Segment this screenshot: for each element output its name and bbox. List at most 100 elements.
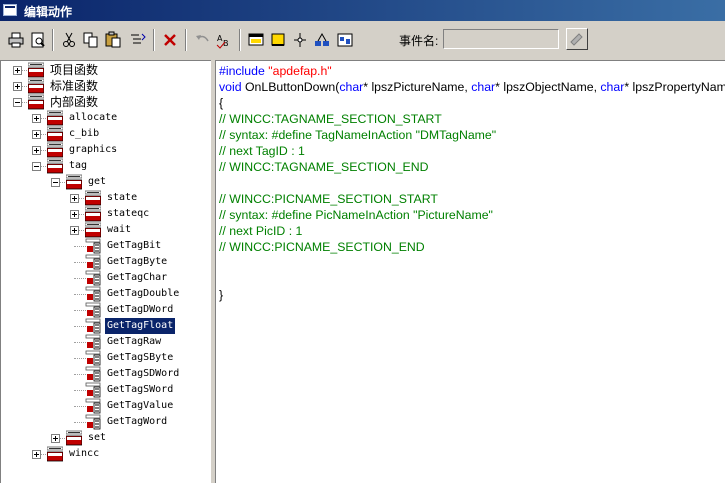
print-preview-icon[interactable] xyxy=(28,30,48,50)
tree-node[interactable]: GetTagDouble xyxy=(1,286,210,302)
undo-icon[interactable] xyxy=(192,30,212,50)
tree-node-label[interactable]: allocate xyxy=(67,110,119,126)
tree-node-label[interactable]: GetTagRaw xyxy=(105,334,163,350)
trigger-icon[interactable] xyxy=(268,30,288,50)
tree-node[interactable]: GetTagBit xyxy=(1,238,210,254)
tree-node[interactable]: set xyxy=(1,430,210,446)
tree-node[interactable]: state xyxy=(1,190,210,206)
tree-node[interactable]: GetTagFloat xyxy=(1,318,210,334)
tree-node-label[interactable]: GetTagBit xyxy=(105,238,163,254)
code-line[interactable]: // WINCC:TAGNAME_SECTION_END xyxy=(219,159,725,175)
event-name-label: 事件名: xyxy=(399,34,439,48)
tree-node-label[interactable]: GetTagFloat xyxy=(105,318,176,334)
tree-node-label[interactable]: GetTagDouble xyxy=(105,286,181,302)
code-line[interactable]: // WINCC:PICNAME_SECTION_START xyxy=(219,191,725,207)
expand-icon[interactable] xyxy=(32,130,41,139)
code-line[interactable]: // next TagID : 1 xyxy=(219,143,725,159)
tree-node-label[interactable]: stateqc xyxy=(105,206,151,222)
tree-node-label[interactable]: 内部函数 xyxy=(48,94,100,110)
tree-node[interactable]: get xyxy=(1,174,210,190)
tree-node[interactable]: GetTagRaw xyxy=(1,334,210,350)
code-line[interactable] xyxy=(219,175,725,191)
expand-icon[interactable] xyxy=(51,434,60,443)
tree-node-label[interactable]: wait xyxy=(105,222,133,238)
tree-node[interactable]: tag xyxy=(1,158,210,174)
tree-node[interactable]: 标准函数 xyxy=(1,78,210,94)
tree-node[interactable]: stateqc xyxy=(1,206,210,222)
delete-icon[interactable] xyxy=(160,30,180,50)
tree-node[interactable]: GetTagByte xyxy=(1,254,210,270)
code-text[interactable]: #include "apdefap.h" void OnLButtonDown(c… xyxy=(219,63,725,303)
code-line[interactable]: // WINCC:TAGNAME_SECTION_START xyxy=(219,111,725,127)
tree-node-label[interactable]: GetTagByte xyxy=(105,254,169,270)
tree-node-label[interactable]: GetTagSByte xyxy=(105,350,175,366)
tree-node-label[interactable]: GetTagWord xyxy=(105,414,169,430)
tree-node[interactable]: 项目函数 xyxy=(1,62,210,78)
tree-node[interactable]: GetTagDWord xyxy=(1,302,210,318)
expand-icon[interactable] xyxy=(13,66,22,75)
compile-icon[interactable] xyxy=(246,30,266,50)
code-line[interactable]: #include "apdefap.h" xyxy=(219,63,725,79)
tree-node[interactable]: wincc xyxy=(1,446,210,462)
tree-node-label[interactable]: GetTagSDWord xyxy=(105,366,181,382)
code-line[interactable]: { xyxy=(219,95,725,111)
tree-node[interactable]: allocate xyxy=(1,110,210,126)
collapse-icon[interactable] xyxy=(32,162,41,171)
code-line[interactable] xyxy=(219,271,725,287)
tree-node[interactable]: 内部函数 xyxy=(1,94,210,110)
event-name-field[interactable] xyxy=(443,29,559,49)
print-icon[interactable] xyxy=(6,30,26,50)
cut-icon[interactable] xyxy=(59,30,79,50)
paste-icon[interactable] xyxy=(103,30,123,50)
tag-icon[interactable] xyxy=(290,30,310,50)
tree-node[interactable]: GetTagSByte xyxy=(1,350,210,366)
tree-node[interactable]: GetTagSWord xyxy=(1,382,210,398)
tree-node-label[interactable]: graphics xyxy=(67,142,119,158)
expand-icon[interactable] xyxy=(32,450,41,459)
tree-node[interactable]: GetTagSDWord xyxy=(1,366,210,382)
copy-icon[interactable] xyxy=(81,30,101,50)
spell-icon[interactable]: AB xyxy=(214,30,234,50)
tree-node-label[interactable]: set xyxy=(86,430,108,446)
tree-node-label[interactable]: GetTagChar xyxy=(105,270,169,286)
tree-node-label[interactable]: wincc xyxy=(67,446,101,462)
expand-icon[interactable] xyxy=(70,194,79,203)
code-line[interactable]: // next PicID : 1 xyxy=(219,223,725,239)
expand-icon[interactable] xyxy=(32,114,41,123)
expand-icon[interactable] xyxy=(32,146,41,155)
object-icon[interactable] xyxy=(312,30,332,50)
expand-icon[interactable] xyxy=(70,210,79,219)
tree-node-label[interactable]: c_bib xyxy=(67,126,101,142)
tree-node[interactable]: GetTagWord xyxy=(1,414,210,430)
tree-node[interactable]: graphics xyxy=(1,142,210,158)
tree-node[interactable]: GetTagChar xyxy=(1,270,210,286)
collapse-icon[interactable] xyxy=(51,178,60,187)
function-icon xyxy=(85,318,101,334)
code-line[interactable]: // syntax: #define TagNameInAction "DMTa… xyxy=(219,127,725,143)
code-line[interactable]: } xyxy=(219,287,725,303)
tree-node[interactable]: GetTagValue xyxy=(1,398,210,414)
format-icon[interactable] xyxy=(128,30,148,50)
code-line[interactable]: void OnLButtonDown(char* lpszPictureName… xyxy=(219,79,725,95)
tree-node-label[interactable]: GetTagDWord xyxy=(105,302,175,318)
tree-node-label[interactable]: 标准函数 xyxy=(48,78,100,94)
code-line[interactable]: // syntax: #define PicNameInAction "Pict… xyxy=(219,207,725,223)
function-tree[interactable]: 项目函数 标准函数 内部函数 allocate c_bib graphics tag get s… xyxy=(0,60,211,483)
tree-node-label[interactable]: tag xyxy=(67,158,89,174)
code-editor[interactable]: #include "apdefap.h" void OnLButtonDown(c… xyxy=(215,60,725,483)
folder-icon xyxy=(27,78,45,94)
tree-node-label[interactable]: get xyxy=(86,174,108,190)
expand-icon[interactable] xyxy=(13,82,22,91)
tree-node-label[interactable]: GetTagValue xyxy=(105,398,175,414)
code-line[interactable] xyxy=(219,255,725,271)
expand-icon[interactable] xyxy=(70,226,79,235)
tree-node-label[interactable]: state xyxy=(105,190,139,206)
picture-icon[interactable] xyxy=(335,30,355,50)
code-line[interactable]: // WINCC:PICNAME_SECTION_END xyxy=(219,239,725,255)
tree-node[interactable]: c_bib xyxy=(1,126,210,142)
tree-node-label[interactable]: 项目函数 xyxy=(48,62,100,78)
tree-node[interactable]: wait xyxy=(1,222,210,238)
event-select-button[interactable] xyxy=(566,28,588,50)
tree-node-label[interactable]: GetTagSWord xyxy=(105,382,175,398)
collapse-icon[interactable] xyxy=(13,98,22,107)
